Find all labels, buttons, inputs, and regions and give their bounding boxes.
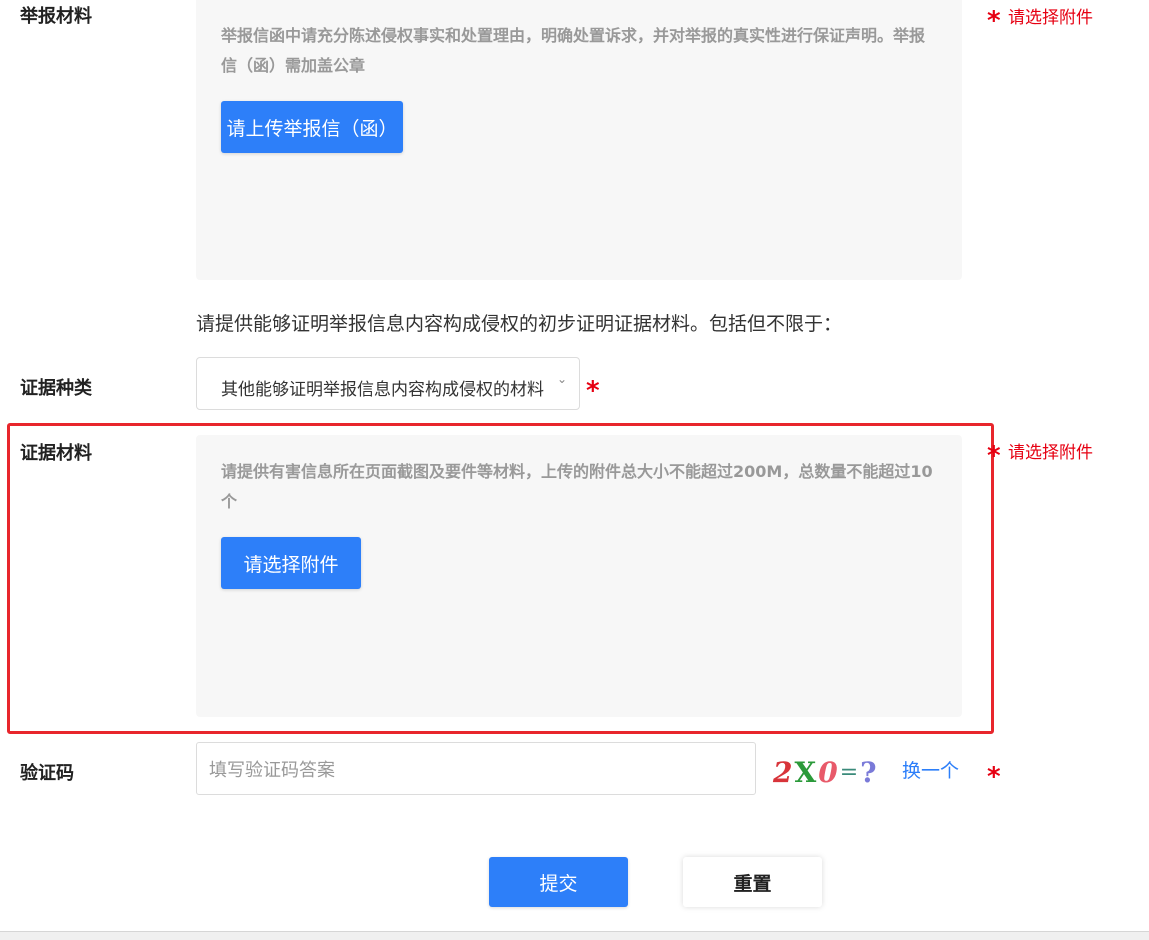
- captcha-image[interactable]: 2 X 0 = ?: [773, 752, 877, 792]
- select-attachment-button[interactable]: 请选择附件: [221, 537, 361, 589]
- submit-button[interactable]: 提交: [489, 857, 628, 907]
- captcha-char: 0: [818, 755, 838, 789]
- captcha-refresh-link[interactable]: 换一个: [902, 756, 959, 783]
- report-materials-panel: 举报信函中请充分陈述侵权事实和处置理由，明确处置诉求，并对举报的真实性进行保证声…: [196, 0, 962, 280]
- required-star: *: [586, 376, 600, 406]
- required-star: *: [987, 6, 1001, 36]
- evidence-materials-panel: 请提供有害信息所在页面截图及要件等材料，上传的附件总大小不能超过200M，总数量…: [196, 435, 962, 717]
- captcha-char: =: [839, 759, 859, 785]
- required-star: *: [987, 441, 1001, 471]
- report-materials-error: 请选择附件: [1008, 8, 1093, 28]
- captcha-char: 2: [773, 755, 793, 789]
- evidence-materials-hint: 请提供有害信息所在页面截图及要件等材料，上传的附件总大小不能超过200M，总数量…: [221, 462, 933, 511]
- upload-report-letter-button[interactable]: 请上传举报信（函）: [221, 101, 403, 153]
- required-star: *: [987, 762, 1001, 792]
- captcha-char: ?: [860, 755, 877, 789]
- evidence-intro-text: 请提供能够证明举报信息内容构成侵权的初步证明证据材料。包括但不限于：: [196, 313, 843, 335]
- evidence-materials-error: 请选择附件: [1008, 443, 1093, 463]
- captcha-label: 验证码: [20, 763, 74, 784]
- evidence-materials-label: 证据材料: [20, 443, 92, 464]
- report-materials-hint: 举报信函中请充分陈述侵权事实和处置理由，明确处置诉求，并对举报的真实性进行保证声…: [221, 26, 926, 75]
- chevron-down-icon: ⌄: [557, 372, 568, 386]
- reset-button[interactable]: 重置: [683, 857, 822, 907]
- evidence-type-selected: 其他能够证明举报信息内容构成侵权的材料: [221, 380, 544, 400]
- captcha-placeholder: 填写验证码答案: [209, 759, 335, 781]
- report-materials-label: 举报材料: [20, 6, 92, 27]
- evidence-type-select[interactable]: 其他能够证明举报信息内容构成侵权的材料 ⌄: [196, 357, 580, 410]
- captcha-input[interactable]: 填写验证码答案: [196, 742, 756, 795]
- captcha-char: X: [794, 755, 817, 789]
- evidence-type-label: 证据种类: [20, 378, 92, 399]
